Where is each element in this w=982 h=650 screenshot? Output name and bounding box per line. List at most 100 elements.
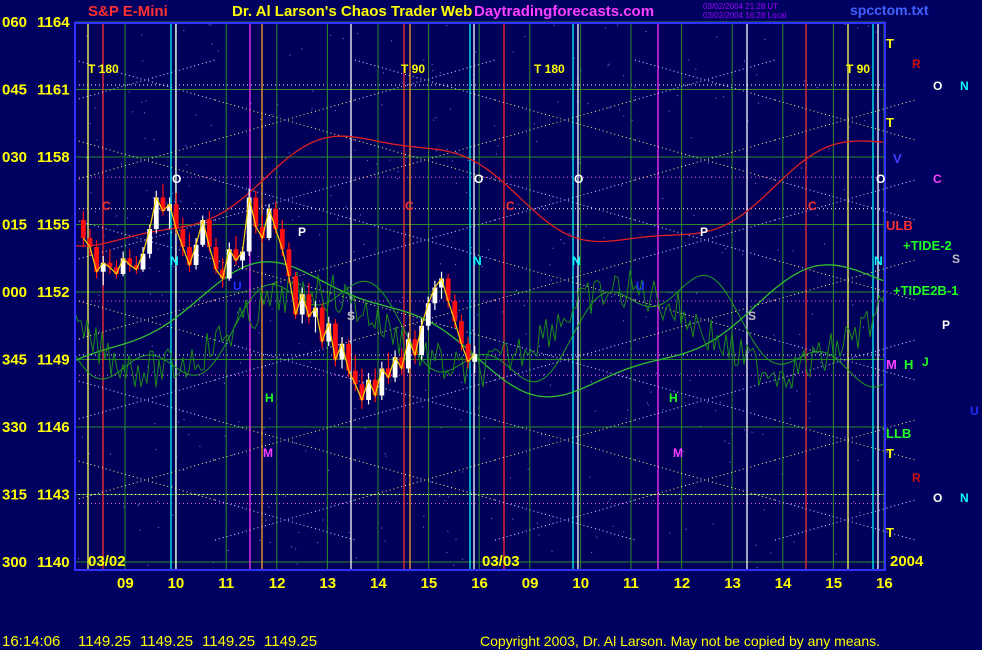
star-dot	[816, 214, 818, 216]
star-dot	[354, 407, 356, 409]
time-marker: T 180	[88, 62, 119, 76]
star-dot	[94, 107, 96, 109]
y-tick-label: 1143	[37, 487, 70, 504]
star-dot	[157, 500, 159, 502]
footer-quote-3: 1149.25	[202, 633, 255, 650]
star-dot	[449, 108, 451, 110]
star-dot	[173, 201, 175, 203]
star-dot	[509, 175, 511, 177]
right-label: +TIDE2B-1	[893, 283, 958, 298]
star-dot	[328, 469, 330, 471]
chart-letter: N	[473, 254, 482, 268]
candle-body	[359, 384, 365, 400]
star-dot	[172, 192, 174, 194]
chart-letter: C	[506, 199, 515, 213]
star-dot	[284, 495, 286, 497]
star-dot	[453, 564, 455, 566]
star-dot	[183, 469, 185, 471]
star-dot	[857, 27, 859, 29]
star-dot	[422, 406, 424, 408]
star-dot	[359, 214, 361, 216]
candle-body	[279, 229, 285, 250]
star-dot	[539, 345, 541, 347]
star-dot	[171, 485, 173, 487]
star-dot	[232, 454, 234, 456]
star-dot	[161, 294, 163, 296]
star-dot	[475, 51, 477, 53]
footer-quote-4: 1149.25	[264, 633, 317, 650]
star-dot	[301, 48, 303, 50]
star-dot	[96, 139, 98, 141]
star-dot	[627, 409, 629, 411]
star-dot	[152, 371, 154, 373]
site-name: Daytradingforecasts.com	[474, 3, 654, 20]
chart-letter: O	[876, 172, 885, 186]
star-dot	[414, 324, 416, 326]
star-dot	[790, 387, 792, 389]
star-dot	[533, 123, 535, 125]
star-dot	[397, 178, 399, 180]
star-dot	[269, 541, 271, 543]
star-dot	[330, 195, 332, 197]
star-dot	[210, 24, 212, 26]
star-dot	[422, 526, 424, 528]
star-dot	[146, 189, 148, 191]
star-dot	[715, 410, 717, 412]
star-dot	[211, 43, 213, 45]
x-tick-label: 14	[775, 575, 792, 592]
star-dot	[712, 523, 714, 525]
star-dot	[258, 255, 260, 257]
star-dot	[271, 113, 273, 115]
star-dot	[518, 203, 520, 205]
star-dot	[607, 64, 609, 66]
chart-letter: M	[263, 446, 273, 460]
star-dot	[289, 54, 291, 56]
candle-body	[213, 247, 219, 270]
star-dot	[431, 229, 433, 231]
star-dot	[481, 265, 483, 267]
star-dot	[116, 215, 118, 217]
candle-body	[459, 321, 464, 344]
candle-body	[379, 368, 385, 396]
right-label: +TIDE-2	[903, 238, 952, 253]
star-dot	[808, 400, 810, 402]
star-dot	[412, 319, 414, 321]
star-dot	[789, 417, 791, 419]
star-dot	[348, 531, 350, 533]
date-label: 03/03	[482, 553, 520, 570]
star-dot	[132, 111, 134, 113]
star-dot	[758, 102, 760, 104]
x-tick-label: 15	[825, 575, 842, 592]
chart-letter: N	[572, 254, 581, 268]
star-dot	[510, 477, 512, 479]
star-dot	[612, 525, 614, 527]
star-dot	[188, 434, 190, 436]
star-dot	[587, 103, 589, 105]
star-dot	[153, 139, 155, 141]
star-dot	[844, 436, 846, 438]
star-dot	[195, 114, 197, 116]
star-dot	[355, 557, 357, 559]
y-tick-label-angle: 000	[2, 284, 27, 301]
star-dot	[695, 68, 697, 70]
star-dot	[560, 239, 562, 241]
star-dot	[138, 352, 140, 354]
star-dot	[777, 249, 779, 251]
candle-body	[273, 208, 279, 229]
star-dot	[120, 163, 122, 165]
star-dot	[756, 567, 758, 569]
star-dot	[431, 64, 433, 66]
star-dot	[447, 530, 449, 532]
star-dot	[183, 29, 185, 31]
star-dot	[172, 514, 174, 516]
candle-body	[226, 249, 232, 279]
star-dot	[523, 304, 525, 306]
star-dot	[212, 458, 214, 460]
x-tick-label: 09	[117, 575, 134, 592]
star-dot	[334, 110, 336, 112]
star-dot	[820, 361, 822, 363]
x-tick-label: 12	[674, 575, 691, 592]
star-dot	[239, 362, 241, 364]
star-dot	[145, 100, 147, 102]
star-dot	[147, 564, 149, 566]
